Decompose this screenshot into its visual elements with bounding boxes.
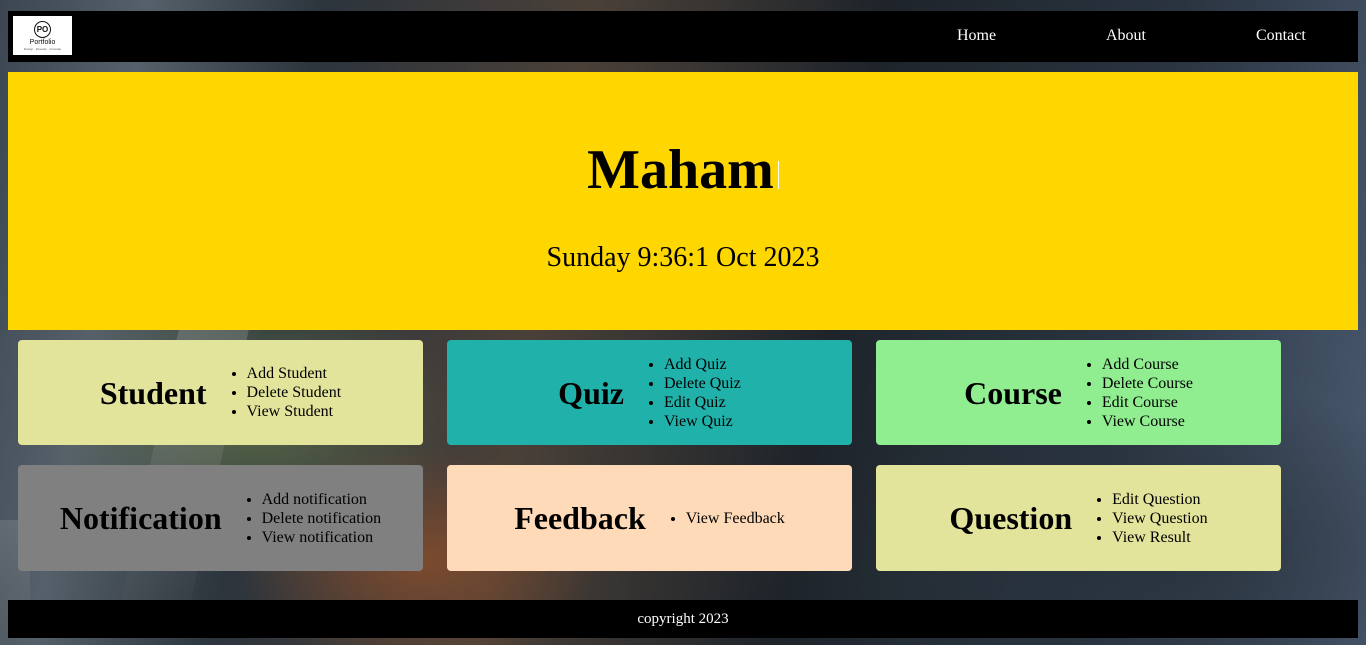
- card-title-quiz: Quiz: [558, 374, 624, 411]
- card-menu-student: Add Student Delete Student View Student: [231, 364, 342, 421]
- menu-item-delete-student[interactable]: Delete Student: [247, 383, 342, 402]
- navbar: PO Portfolio Design · Develop · Innovate…: [8, 11, 1358, 62]
- card-title-notification: Notification: [59, 500, 222, 536]
- card-title-course: Course: [964, 374, 1062, 411]
- menu-item-view-result[interactable]: View Result: [1112, 528, 1207, 547]
- card-menu-feedback: View Feedback: [670, 509, 785, 528]
- logo-tagline: Design · Develop · Innovate: [23, 46, 62, 51]
- menu-item-delete-notification[interactable]: Delete notification: [262, 509, 382, 528]
- menu-item-add-course[interactable]: Add Course: [1102, 355, 1193, 374]
- menu-item-delete-course[interactable]: Delete Course: [1102, 374, 1193, 393]
- menu-item-view-quiz[interactable]: View Quiz: [664, 412, 741, 431]
- card-menu-notification: Add notification Delete notification Vie…: [246, 490, 382, 547]
- menu-item-edit-question[interactable]: Edit Question: [1112, 490, 1207, 509]
- card-student: Student Add Student Delete Student View …: [18, 340, 423, 445]
- hero-datetime: Sunday 9:36:1 Oct 2023: [546, 242, 820, 273]
- card-menu-question: Edit Question View Question View Result: [1096, 490, 1207, 547]
- menu-item-add-quiz[interactable]: Add Quiz: [664, 355, 741, 374]
- card-menu-quiz: Add Quiz Delete Quiz Edit Quiz View Quiz: [648, 355, 741, 431]
- portfolio-logo[interactable]: PO Portfolio Design · Develop · Innovate: [13, 16, 72, 55]
- nav-link-contact[interactable]: Contact: [1256, 27, 1306, 45]
- card-notification: Notification Add notification Delete not…: [18, 465, 423, 571]
- menu-item-edit-quiz[interactable]: Edit Quiz: [664, 393, 741, 412]
- typing-caret: [777, 161, 779, 190]
- card-menu-course: Add Course Delete Course Edit Course Vie…: [1086, 355, 1193, 431]
- menu-item-add-student[interactable]: Add Student: [247, 364, 342, 383]
- menu-item-view-feedback[interactable]: View Feedback: [686, 509, 785, 528]
- nav-link-home[interactable]: Home: [957, 27, 996, 45]
- menu-item-view-student[interactable]: View Student: [247, 402, 342, 421]
- card-feedback: Feedback View Feedback: [447, 465, 852, 571]
- hero-name: Maham: [587, 139, 774, 201]
- card-course: Course Add Course Delete Course Edit Cou…: [876, 340, 1281, 445]
- logo-text: Portfolio: [29, 38, 56, 46]
- card-quiz: Quiz Add Quiz Delete Quiz Edit Quiz View…: [447, 340, 852, 445]
- card-title-question: Question: [949, 500, 1073, 536]
- menu-item-add-notification[interactable]: Add notification: [262, 490, 382, 509]
- footer: copyright 2023: [8, 600, 1358, 638]
- menu-item-view-course[interactable]: View Course: [1102, 412, 1193, 431]
- nav-link-about[interactable]: About: [1106, 27, 1146, 45]
- menu-item-view-question[interactable]: View Question: [1112, 509, 1207, 528]
- hero-title: Maham: [8, 138, 1358, 202]
- menu-item-view-notification[interactable]: View notification: [262, 528, 382, 547]
- card-title-student: Student: [99, 374, 207, 411]
- menu-item-edit-course[interactable]: Edit Course: [1102, 393, 1193, 412]
- menu-item-delete-quiz[interactable]: Delete Quiz: [664, 374, 741, 393]
- card-title-feedback: Feedback: [514, 500, 646, 536]
- card-question: Question Edit Question View Question Vie…: [876, 465, 1281, 571]
- hero-banner: Maham Sunday 9:36:1 Oct 2023: [8, 72, 1358, 330]
- copyright-text: copyright 2023: [637, 611, 729, 627]
- logo-mark-icon: PO: [34, 20, 51, 38]
